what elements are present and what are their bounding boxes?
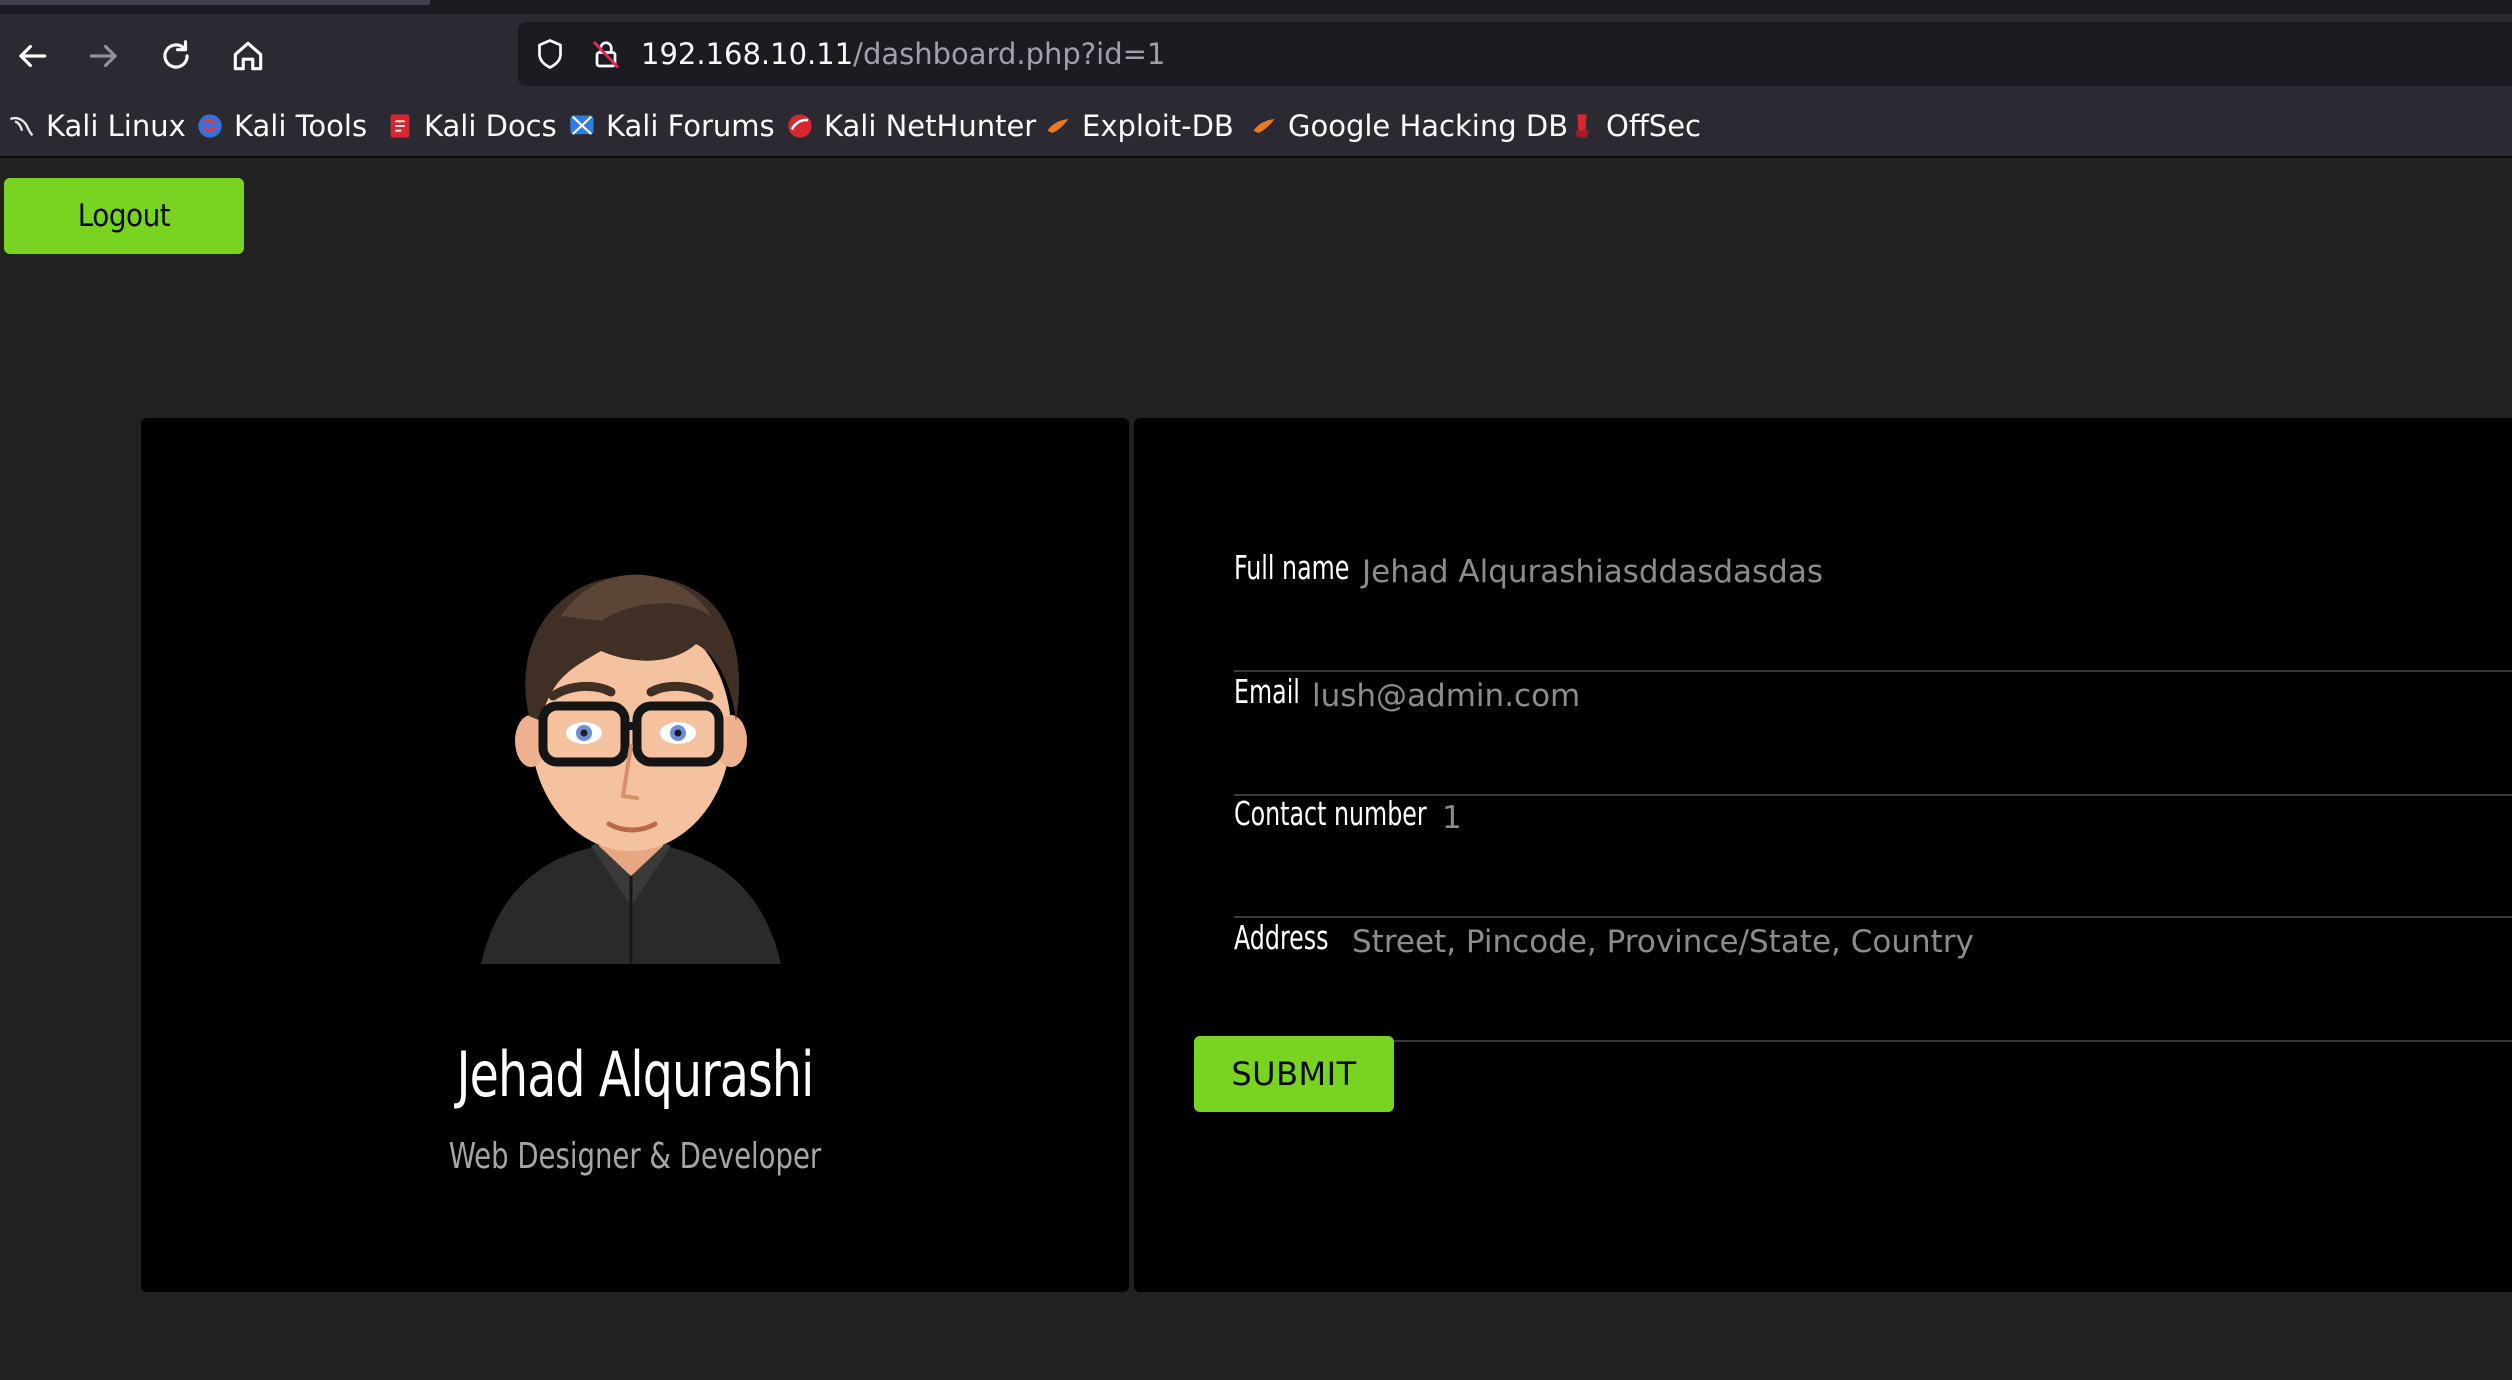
bookmark-kali-linux[interactable]: Kali Linux [8,108,186,144]
kali-tools-icon [198,114,222,138]
bookmark-label: Kali Forums [606,109,775,143]
logout-button[interactable]: Logout [4,178,244,254]
bookmark-kali-nethunter[interactable]: Kali NetHunter [786,108,1036,144]
profile-name: Jehad Alqurashi [456,1038,815,1111]
bookmark-offsec[interactable]: OffSec [1568,108,1701,144]
tab-strip [0,0,2512,14]
submit-button[interactable]: SUBMIT [1194,1036,1394,1112]
bookmark-kali-tools[interactable]: Kali Tools [196,108,367,144]
bookmark-label: Kali Docs [424,109,557,143]
contact-number-label: Contact number [1234,794,1427,833]
bookmark-exploit-db[interactable]: Exploit-DB [1044,108,1234,144]
home-button[interactable] [226,34,270,78]
url-bar[interactable]: 192.168.10.11/dashboard.php?id=1 [518,22,2512,86]
address-label: Address [1234,918,1329,957]
nethunter-icon [788,114,812,138]
navigation-toolbar: 192.168.10.11/dashboard.php?id=1 [0,14,2512,96]
profile-role: Web Designer & Developer [448,1136,822,1177]
profile-card: Jehad Alqurashi Web Designer & Developer [141,418,1129,1292]
bookmark-label: Exploit-DB [1082,109,1234,143]
active-tab-edge[interactable] [0,0,430,5]
forward-arrow-icon [89,44,117,68]
insecure-lock-icon[interactable] [588,36,624,72]
bookmark-kali-docs[interactable]: Kali Docs [386,108,557,144]
bookmarks-toolbar: Kali Linux Kali Tools Kali Docs Kali For… [0,96,2512,158]
exploit-db-icon [1047,119,1069,133]
bookmark-label: OffSec [1606,109,1702,143]
profile-form-card: Full name Jehad Alqurashiasddasdasdas Em… [1134,418,2512,1292]
bookmark-label: Google Hacking DB [1288,109,1569,143]
email-value[interactable]: lush@admin.com [1312,676,1580,716]
full-name-value[interactable]: Jehad Alqurashiasddasdasdas [1362,552,1823,592]
reload-icon [163,40,189,69]
url-text[interactable]: 192.168.10.11/dashboard.php?id=1 [641,36,1165,72]
kali-dragon-icon [9,116,34,137]
avatar [481,574,781,964]
bookmark-kali-forums[interactable]: Kali Forums [568,108,775,144]
bookmark-label: Kali NetHunter [824,109,1037,143]
full-name-label: Full name [1234,548,1350,587]
bookmark-label: Kali Tools [234,109,368,143]
reload-button[interactable] [154,34,198,78]
back-arrow-icon [19,44,47,68]
back-button[interactable] [10,34,54,78]
url-path: /dashboard.php?id=1 [853,37,1166,71]
forward-button[interactable] [82,34,126,78]
shield-icon[interactable] [532,36,568,72]
contact-number-value[interactable]: 1 [1442,798,1462,838]
email-label: Email [1234,672,1300,711]
full-name-field[interactable]: Full name Jehad Alqurashiasddasdasdas [1234,546,2512,672]
bookmark-google-hacking-db[interactable]: Google Hacking DB [1250,108,1568,144]
page-content: Logout Jehad Alqurashi Web Designer & De… [0,158,2512,1380]
home-icon [233,41,263,71]
bookmark-label: Kali Linux [46,109,186,143]
email-field[interactable]: Email lush@admin.com [1234,670,2512,796]
ghdb-icon [1253,119,1275,133]
address-field[interactable]: Address Street, Pincode, Province/State,… [1234,916,2512,1042]
kali-forums-icon [570,115,594,135]
contact-number-field[interactable]: Contact number 1 [1234,792,2512,918]
offsec-icon [1575,114,1589,138]
kali-docs-icon [390,114,410,138]
url-host: 192.168.10.11 [641,37,854,71]
address-value[interactable]: Street, Pincode, Province/State, Country [1352,922,1974,962]
